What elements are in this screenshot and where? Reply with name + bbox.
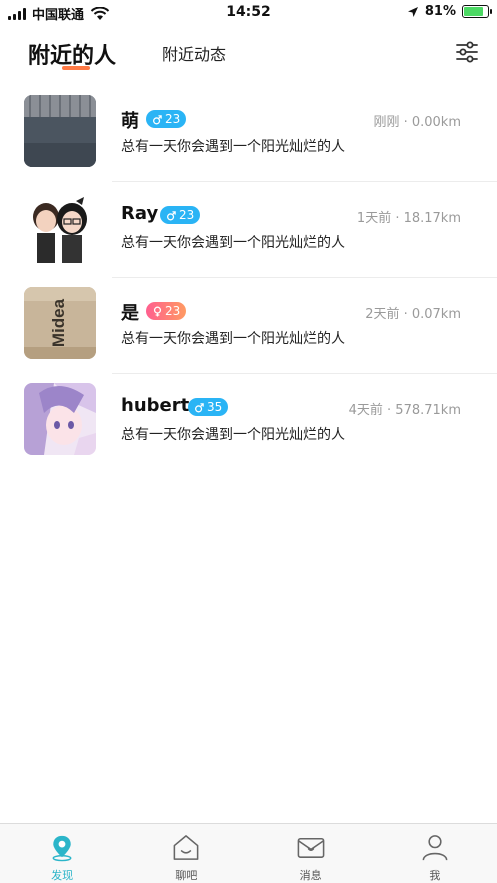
location-arrow-icon xyxy=(407,6,418,17)
battery-icon xyxy=(462,5,492,18)
time-distance: 4天前 · 578.71km xyxy=(348,403,461,418)
user-name: 是 xyxy=(121,303,139,324)
male-icon xyxy=(167,210,176,220)
filter-sliders-icon[interactable] xyxy=(453,38,481,66)
user-name: Ray xyxy=(121,203,159,224)
time-distance: 2天前 · 0.07km xyxy=(365,307,461,322)
user-row[interactable]: Ray 23 1天前 · 18.17km 总有一天你会遇到一个阳光灿烂的人 xyxy=(0,182,497,278)
user-bio: 总有一天你会遇到一个阳光灿烂的人 xyxy=(121,235,345,251)
tab-label: 我 xyxy=(429,869,441,882)
user-bio: 总有一天你会遇到一个阳光灿烂的人 xyxy=(121,139,345,155)
user-name: hubert xyxy=(121,395,190,416)
location-pin-icon xyxy=(52,835,72,862)
top-header: 附近的人 附近动态 xyxy=(0,26,497,86)
user-row[interactable]: Midea 是 23 2天前 · 0.07km 总有一天你会遇到一个阳光灿烂的人 xyxy=(0,278,497,374)
user-bio: 总有一天你会遇到一个阳光灿烂的人 xyxy=(121,331,345,347)
gender-age-badge: 23 xyxy=(160,206,201,224)
age-text: 23 xyxy=(165,112,181,126)
tab-label: 发现 xyxy=(51,869,74,882)
tab-label: 聊吧 xyxy=(175,869,198,882)
tab-me[interactable]: 我 xyxy=(373,824,497,883)
gender-age-badge: 35 xyxy=(188,398,229,416)
time-distance: 1天前 · 18.17km xyxy=(356,211,461,226)
tab-chat[interactable]: 聊吧 xyxy=(124,824,248,883)
tab-messages[interactable]: 消息 xyxy=(249,824,373,883)
mail-icon xyxy=(297,838,324,858)
active-tab-indicator xyxy=(62,66,90,70)
avatar-logo-text: Midea xyxy=(49,298,68,347)
user-row[interactable]: 萌 23 刚刚 · 0.00km 总有一天你会遇到一个阳光灿烂的人 xyxy=(0,86,497,182)
user-bio: 总有一天你会遇到一个阳光灿烂的人 xyxy=(121,427,345,443)
age-text: 23 xyxy=(165,304,181,318)
home-chat-icon xyxy=(173,835,199,860)
gender-age-badge: 23 xyxy=(146,110,187,128)
user-name: 萌 xyxy=(121,111,139,132)
battery-percent: 81% xyxy=(424,4,456,19)
male-icon xyxy=(195,402,204,412)
tab-discover[interactable]: 发现 xyxy=(0,824,124,883)
avatar[interactable] xyxy=(24,95,96,167)
user-row[interactable]: hubert 35 4天前 · 578.71km 总有一天你会遇到一个阳光灿烂的… xyxy=(0,374,497,470)
person-icon xyxy=(422,835,448,861)
male-icon xyxy=(153,114,162,124)
avatar[interactable] xyxy=(24,191,96,263)
age-text: 35 xyxy=(207,400,223,414)
time-distance: 刚刚 · 0.00km xyxy=(373,115,461,130)
avatar[interactable]: Midea xyxy=(24,287,96,359)
bottom-tab-bar: 发现 聊吧 消息 我 xyxy=(0,823,497,883)
age-text: 23 xyxy=(179,208,195,222)
nearby-user-list: 萌 23 刚刚 · 0.00km 总有一天你会遇到一个阳光灿烂的人 Ray 23… xyxy=(0,86,497,470)
status-bar: 中国联通 14:52 81% xyxy=(0,0,497,26)
avatar[interactable] xyxy=(24,383,96,455)
female-icon xyxy=(153,306,162,317)
tab-nearby-posts[interactable]: 附近动态 xyxy=(162,41,226,65)
gender-age-badge: 23 xyxy=(146,302,187,320)
tab-label: 消息 xyxy=(299,869,322,882)
